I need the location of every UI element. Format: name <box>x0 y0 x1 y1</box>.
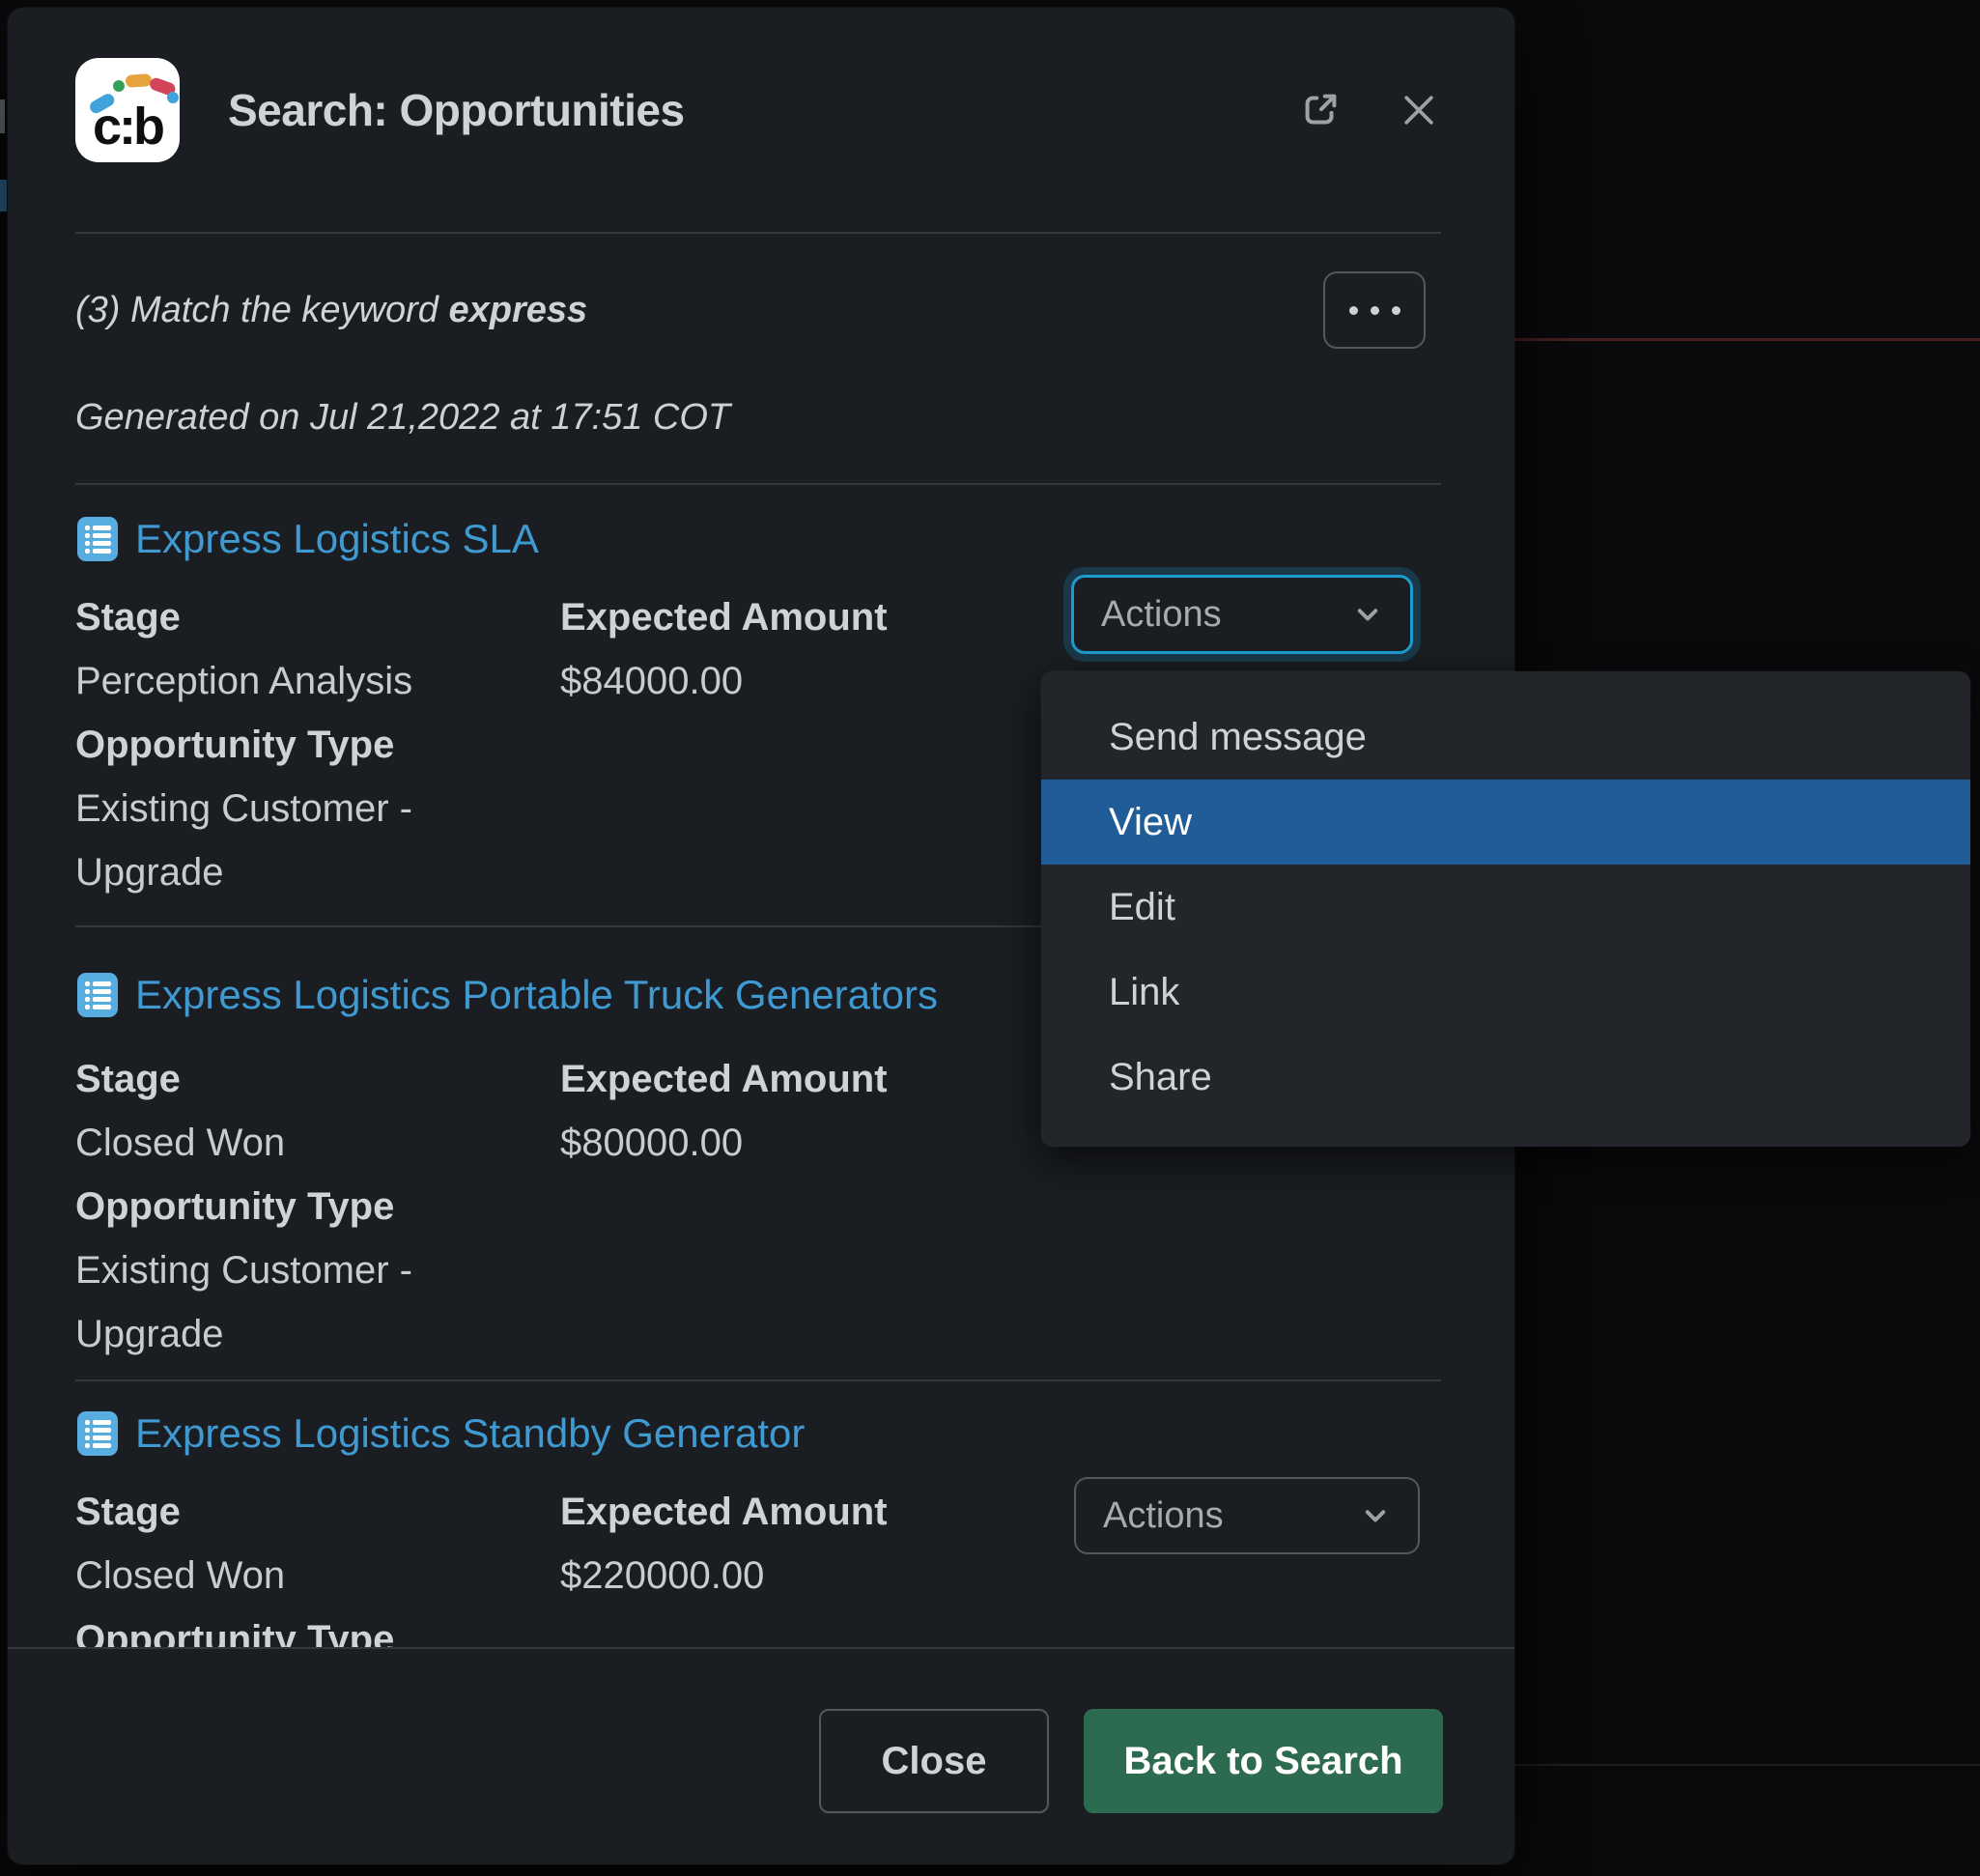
field-value: Closed Won <box>75 1544 560 1607</box>
list-record-icon <box>75 517 120 561</box>
overflow-menu-button[interactable] <box>1323 271 1426 349</box>
menu-item-share[interactable]: Share <box>1041 1035 1970 1120</box>
result-link[interactable]: Express Logistics Portable Truck Generat… <box>135 972 938 1018</box>
query-keyword: express <box>448 290 587 330</box>
close-button[interactable]: Close <box>819 1709 1049 1813</box>
background-edge-sliver <box>0 180 7 212</box>
chevron-down-icon <box>1350 597 1385 632</box>
actions-dropdown-result-3[interactable]: Actions <box>1074 1477 1420 1554</box>
app-logo-icon: c:b <box>75 58 180 162</box>
field-label: Opportunity Type <box>75 713 560 777</box>
chevron-down-icon <box>1358 1498 1393 1533</box>
open-external-button[interactable] <box>1298 88 1343 132</box>
query-text: (3) Match the keyword express <box>75 290 587 331</box>
field-value: Existing Customer - Upgrade <box>75 777 560 904</box>
result-link[interactable]: Express Logistics SLA <box>135 516 539 562</box>
divider <box>75 1379 1441 1381</box>
close-icon <box>1398 89 1440 131</box>
list-record-icon <box>75 973 120 1017</box>
header-icons <box>1298 88 1441 132</box>
list-record-icon <box>75 1411 120 1456</box>
divider <box>75 232 1441 234</box>
result-section-header: Express Logistics Standby Generator <box>75 1410 1441 1457</box>
actions-dropdown-result-1[interactable]: Actions <box>1071 575 1413 654</box>
query-row: (3) Match the keyword express <box>8 271 1514 349</box>
actions-label: Actions <box>1101 594 1222 636</box>
field-value: Closed Won <box>75 1111 560 1175</box>
field-label: Opportunity Type <box>75 1175 560 1238</box>
query-prefix: (3) Match the keyword <box>75 290 448 330</box>
field-label: Opportunity Type <box>75 1607 560 1647</box>
generated-timestamp: Generated on Jul 21,2022 at 17:51 COT <box>8 394 1514 441</box>
actions-label: Actions <box>1103 1495 1224 1537</box>
modal-header: c:b Search: Opportunities <box>8 8 1514 162</box>
background-red-line <box>1514 338 1980 341</box>
menu-item-link[interactable]: Link <box>1041 950 1970 1035</box>
field-label: Stage <box>75 1480 560 1544</box>
background-faint-line <box>1514 1764 1980 1766</box>
field-value: Perception Analysis <box>75 649 560 713</box>
field-value: Existing Customer - Upgrade <box>75 1238 560 1366</box>
back-to-search-button[interactable]: Back to Search <box>1084 1709 1443 1813</box>
field-label: Stage <box>75 585 560 649</box>
result-section-header: Express Logistics SLA <box>75 516 1441 562</box>
menu-item-send-message[interactable]: Send message <box>1041 695 1970 780</box>
external-link-icon <box>1298 88 1343 132</box>
modal-footer: Close Back to Search <box>8 1647 1514 1864</box>
background-edge-sliver <box>0 99 5 133</box>
menu-item-view[interactable]: View <box>1041 780 1970 865</box>
field-label: Stage <box>75 1047 560 1111</box>
modal-title: Search: Opportunities <box>228 84 1298 136</box>
actions-menu: Send message View Edit Link Share <box>1041 671 1970 1147</box>
svg-text:c:b: c:b <box>93 98 163 156</box>
menu-item-edit[interactable]: Edit <box>1041 865 1970 950</box>
ellipsis-icon <box>1349 306 1358 315</box>
result-link[interactable]: Express Logistics Standby Generator <box>135 1410 805 1457</box>
close-modal-button[interactable] <box>1397 88 1441 132</box>
